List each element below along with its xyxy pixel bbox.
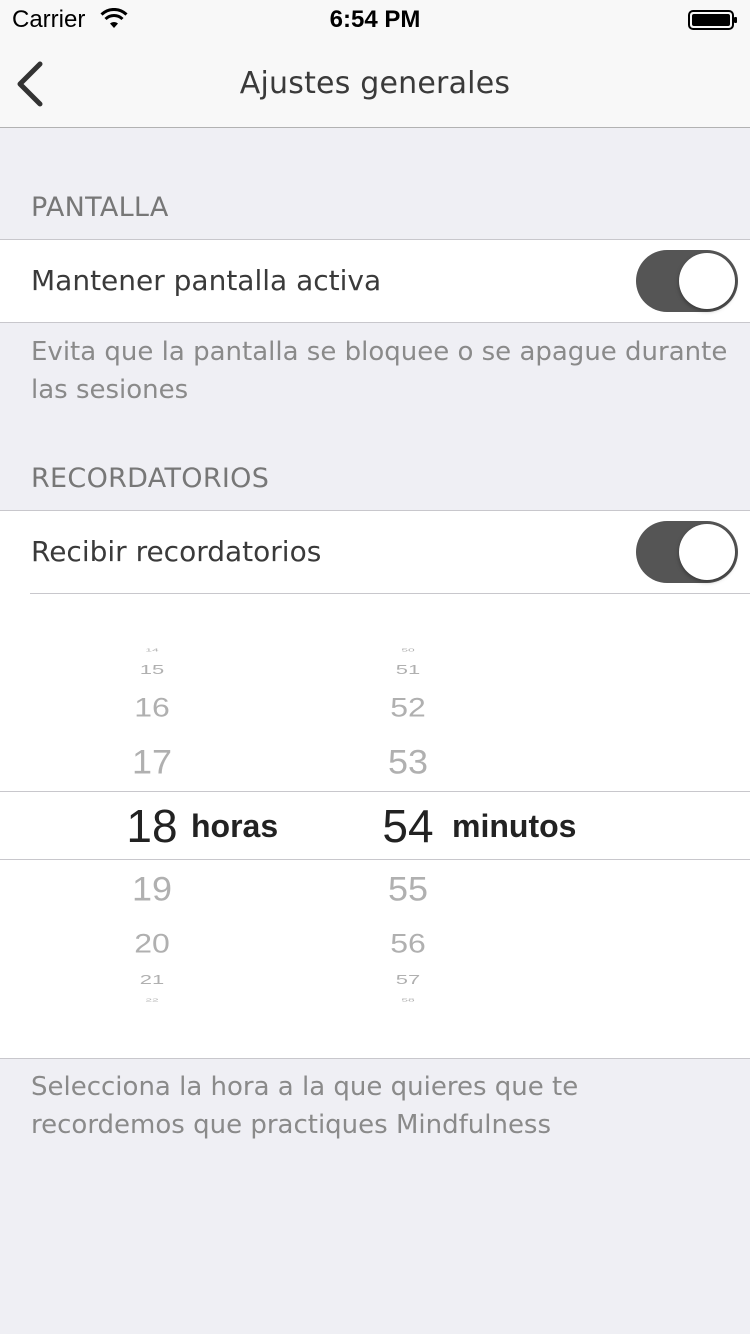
- keep-screen-on-toggle[interactable]: [636, 250, 738, 312]
- picker-value[interactable]: 50: [368, 648, 448, 653]
- selection-line-top: [0, 791, 750, 792]
- pantalla-footer-text: Evita que la pantalla se bloquee o se ap…: [31, 337, 728, 405]
- page-title: Ajustes generales: [239, 66, 511, 101]
- clock: 6:54 PM: [329, 6, 421, 33]
- reminders-footer-text: Selecciona la hora a la que quieres que …: [31, 1072, 579, 1140]
- picker-value[interactable]: 21: [112, 972, 192, 988]
- picker-value[interactable]: 55: [368, 869, 448, 909]
- picker-value[interactable]: 53: [368, 742, 448, 782]
- picker-value[interactable]: 58: [368, 998, 448, 1003]
- section-header-recordatorios: RECORDATORIOS: [31, 463, 270, 494]
- picker-value[interactable]: 51: [368, 662, 448, 678]
- time-picker[interactable]: 14 15 16 17 18 19 20 21 22 50 51 52 53 54 55 56 57 58 ho…: [0, 593, 750, 1059]
- picker-value[interactable]: 20: [112, 928, 192, 959]
- picker-value[interactable]: 15: [112, 662, 192, 678]
- picker-value[interactable]: 14: [112, 648, 192, 653]
- picker-selected-value[interactable]: 18: [112, 799, 192, 853]
- picker-value[interactable]: 56: [368, 928, 448, 959]
- keep-screen-on-label: Mantener pantalla activa: [31, 264, 382, 297]
- toggle-knob: [679, 524, 735, 580]
- reminders-toggle[interactable]: [636, 521, 738, 583]
- navigation-bar: Ajustes generales: [0, 40, 750, 128]
- picker-value[interactable]: 16: [112, 692, 192, 723]
- picker-value[interactable]: 19: [112, 869, 192, 909]
- reminders-row: Recibir recordatorios: [0, 510, 750, 594]
- picker-value[interactable]: 52: [368, 692, 448, 723]
- status-bar: Carrier 6:54 PM: [0, 0, 750, 40]
- hours-unit-label: horas: [191, 808, 279, 844]
- picker-selected-value[interactable]: 54: [368, 799, 448, 853]
- picker-value[interactable]: 22: [112, 998, 192, 1003]
- picker-value[interactable]: 17: [112, 742, 192, 782]
- minutes-unit-label: minutos: [452, 808, 577, 844]
- battery-icon: [688, 10, 737, 30]
- picker-value[interactable]: 57: [368, 972, 448, 988]
- reminders-label: Recibir recordatorios: [31, 535, 322, 568]
- divider: [30, 593, 750, 594]
- section-header-pantalla: PANTALLA: [31, 192, 169, 223]
- selection-line-bottom: [0, 859, 750, 860]
- keep-screen-on-row: Mantener pantalla activa: [0, 239, 750, 323]
- toggle-knob: [679, 253, 735, 309]
